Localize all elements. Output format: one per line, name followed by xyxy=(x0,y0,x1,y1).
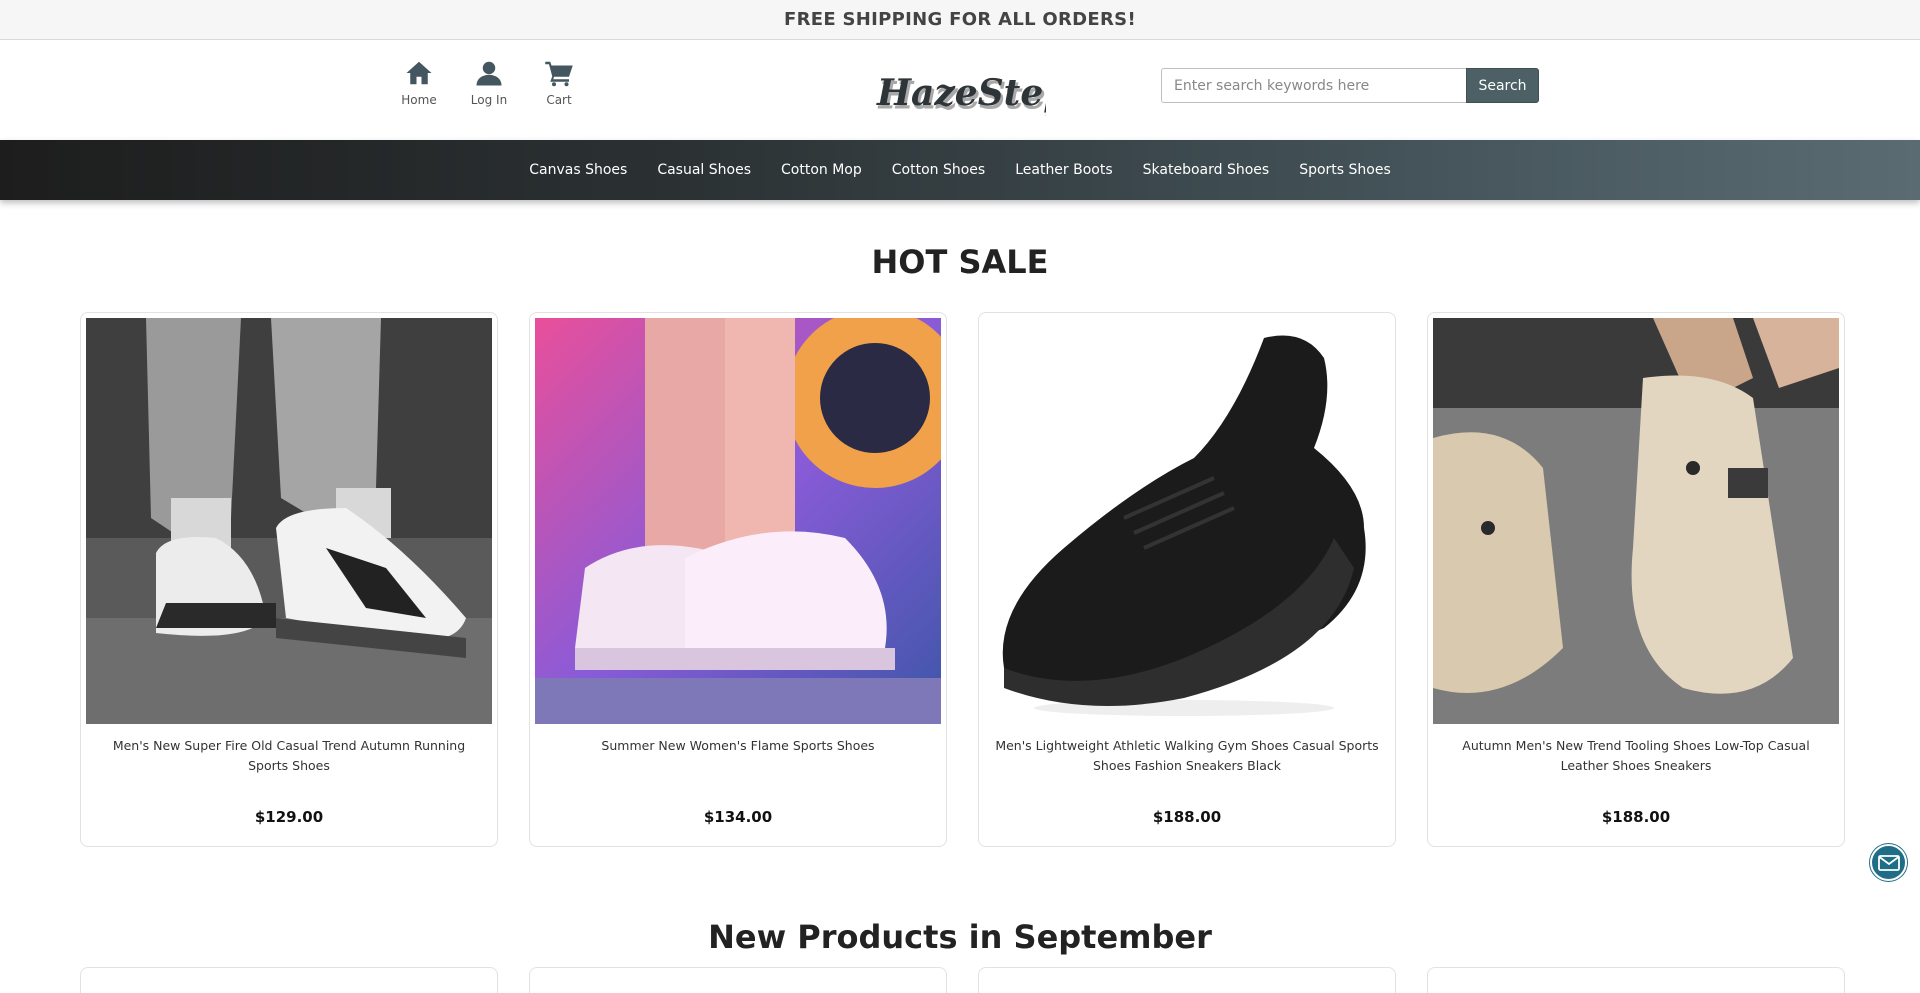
product-price: $129.00 xyxy=(254,808,324,826)
cart-link[interactable]: Cart xyxy=(524,58,594,107)
logo-text: HazeStep xyxy=(876,72,1046,114)
home-link-label: Home xyxy=(401,93,437,107)
product-price: $188.00 xyxy=(1601,808,1671,826)
product-name[interactable]: Autumn Men's New Trend Tooling Shoes Low… xyxy=(1433,736,1839,796)
new-products-title: New Products in September xyxy=(708,918,1212,956)
product-name[interactable]: Summer New Women's Flame Sports Shoes xyxy=(535,736,941,796)
nav-item-cotton-shoes[interactable]: Cotton Shoes xyxy=(877,162,1000,178)
product-card[interactable]: Men's Lightweight Athletic Walking Gym S… xyxy=(978,312,1396,847)
home-icon xyxy=(406,61,432,85)
login-link[interactable]: Log In xyxy=(454,58,524,107)
cart-icon xyxy=(545,61,573,87)
nav-item-cotton-mop[interactable]: Cotton Mop xyxy=(766,162,877,178)
product-card[interactable]: Men's New Super Fire Old Casual Trend Au… xyxy=(80,312,498,847)
product-card[interactable]: Summer New Women's Flame Sports Shoes $1… xyxy=(529,312,947,847)
nav-item-casual-shoes[interactable]: Casual Shoes xyxy=(642,162,766,178)
new-products-grid xyxy=(0,967,1920,993)
product-image[interactable] xyxy=(1433,318,1839,724)
nav-item-sports-shoes[interactable]: Sports Shoes xyxy=(1284,162,1406,178)
product-image[interactable] xyxy=(86,318,492,724)
product-name[interactable]: Men's Lightweight Athletic Walking Gym S… xyxy=(984,736,1390,796)
hot-sale-title: HOT SALE xyxy=(871,243,1049,281)
promo-text: FREE SHIPPING FOR ALL ORDERS! xyxy=(784,9,1136,30)
user-icon xyxy=(476,61,502,86)
promo-bar: FREE SHIPPING FOR ALL ORDERS! xyxy=(0,0,1920,40)
login-link-label: Log In xyxy=(470,93,508,107)
product-image[interactable] xyxy=(984,318,1390,724)
product-card[interactable] xyxy=(80,967,498,993)
product-name[interactable]: Men's New Super Fire Old Casual Trend Au… xyxy=(86,736,492,796)
site-logo[interactable]: HazeStep HazeStep xyxy=(874,68,1071,120)
search-form: Search xyxy=(1161,68,1539,103)
quick-links: Home Log In Cart xyxy=(384,58,594,107)
category-nav: Canvas Shoes Casual Shoes Cotton Mop Cot… xyxy=(0,140,1920,200)
nav-item-canvas-shoes[interactable]: Canvas Shoes xyxy=(514,162,642,178)
product-card[interactable] xyxy=(529,967,947,993)
home-link[interactable]: Home xyxy=(384,58,454,107)
contact-mail-button[interactable] xyxy=(1870,844,1907,881)
product-card[interactable] xyxy=(1427,967,1845,993)
cart-link-label: Cart xyxy=(546,93,572,107)
product-card[interactable]: Autumn Men's New Trend Tooling Shoes Low… xyxy=(1427,312,1845,847)
hot-sale-products: Men's New Super Fire Old Casual Trend Au… xyxy=(0,312,1920,847)
product-image[interactable] xyxy=(535,318,941,724)
nav-item-leather-boots[interactable]: Leather Boots xyxy=(1000,162,1127,178)
product-card[interactable] xyxy=(978,967,1396,993)
site-header: Home Log In Cart HazeStep HazeStep Searc… xyxy=(0,40,1920,140)
product-price: $188.00 xyxy=(1152,808,1222,826)
search-button[interactable]: Search xyxy=(1466,68,1539,103)
nav-item-skateboard-shoes[interactable]: Skateboard Shoes xyxy=(1128,162,1285,178)
mail-icon xyxy=(1877,854,1900,871)
product-price: $134.00 xyxy=(703,808,773,826)
search-input[interactable] xyxy=(1161,68,1466,103)
